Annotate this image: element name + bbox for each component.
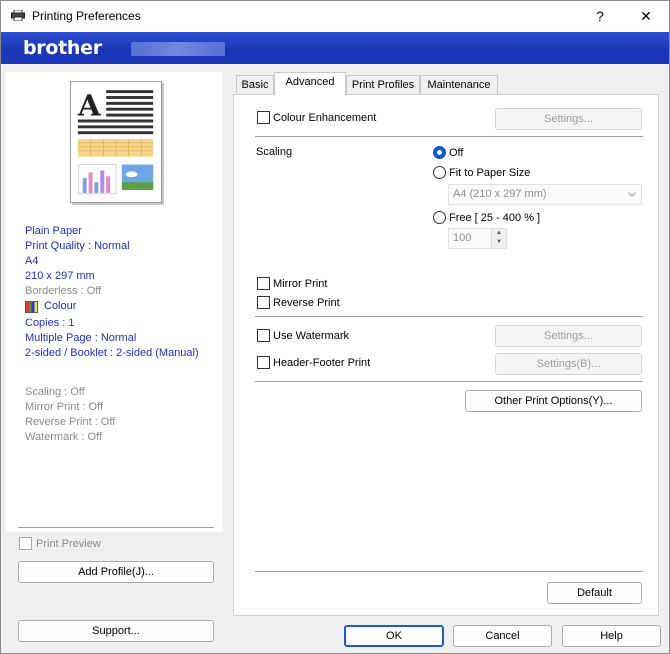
reverse-print-row[interactable]: Reverse Print [257,296,340,309]
print-preview-label: Print Preview [36,537,101,550]
tab-print-profiles[interactable]: Print Profiles [346,75,420,95]
divider [255,571,643,572]
scaling-off-radio[interactable] [433,146,446,159]
mirror-print-row[interactable]: Mirror Print [257,277,327,290]
advanced-tab-panel: Colour Enhancement Settings... Scaling O… [233,94,659,616]
free-scaling-radio[interactable] [433,211,446,224]
close-button[interactable]: ✕ [623,1,669,32]
stepper-down-icon[interactable]: ▼ [492,238,506,247]
summary-paper-type: Plain Paper [25,225,82,237]
page-preview-icon: A [70,81,162,203]
summary-dimensions: 210 x 297 mm [25,270,95,282]
use-watermark-label: Use Watermark [273,329,349,342]
scaling-off-label: Off [449,146,464,159]
summary-colour-label: Colour [44,300,77,312]
print-preview-row[interactable]: Print Preview [19,537,101,550]
reverse-print-label: Reverse Print [273,296,340,309]
summary-copies: Copies : 1 [25,317,75,329]
help-button[interactable]: Help [562,625,661,647]
help-title-button[interactable]: ? [577,1,623,32]
other-print-options-button[interactable]: Other Print Options(Y)... [465,390,642,412]
summary-paper-size: A4 [25,255,39,267]
tab-advanced[interactable]: Advanced [274,72,346,96]
ok-button[interactable]: OK [344,625,444,647]
cancel-button[interactable]: Cancel [453,625,552,647]
summary-two-sided: 2-sided / Booklet : 2-sided (Manual) [25,347,199,359]
tab-basic[interactable]: Basic [236,75,274,95]
print-preview-checkbox[interactable] [19,537,32,550]
summary-multiple-page: Multiple Page : Normal [25,332,137,344]
free-scaling-label: Free [ 25 - 400 % ] [449,211,541,224]
paper-size-value: A4 (210 x 297 mm) [453,188,547,200]
mirror-print-label: Mirror Print [273,277,328,290]
svg-text:A: A [77,88,102,123]
summary-print-quality: Print Quality : Normal [25,240,130,252]
stepper-up-icon[interactable]: ▲ [492,229,506,238]
divider [255,316,643,317]
colour-icon [25,300,38,313]
colour-enhancement-row[interactable]: Colour Enhancement [257,111,376,124]
reverse-print-checkbox[interactable] [257,296,270,309]
colour-enhancement-label: Colour Enhancement [273,111,377,124]
summary-watermark: Watermark : Off [25,431,103,443]
divider [255,381,643,382]
printer-icon [11,10,25,21]
watermark-settings-button[interactable]: Settings... [495,325,642,347]
free-scaling-value: 100 [453,232,472,244]
tab-maintenance[interactable]: Maintenance [420,75,498,95]
fit-to-paper-option[interactable]: Fit to Paper Size [433,166,530,179]
title-bar: Printing Preferences ? ✕ [1,1,669,32]
mirror-print-checkbox[interactable] [257,277,270,290]
header-footer-row[interactable]: Header-Footer Print [257,356,370,369]
paper-size-select[interactable]: A4 (210 x 297 mm) [448,184,642,205]
colour-settings-button[interactable]: Settings... [495,108,642,130]
default-button[interactable]: Default [547,582,642,604]
stepper-buttons[interactable]: ▲ ▼ [491,229,506,248]
summary-reverse: Reverse Print : Off [25,416,116,428]
use-watermark-row[interactable]: Use Watermark [257,329,349,342]
model-name-redacted [131,42,225,56]
brand-banner: brother [1,32,669,64]
colour-enhancement-checkbox[interactable] [257,111,270,124]
window-title: Printing Preferences [32,9,141,23]
header-footer-settings-button[interactable]: Settings(B)... [495,353,642,375]
support-button[interactable]: Support... [18,620,214,642]
header-footer-label: Header-Footer Print [273,356,371,369]
left-divider [18,527,214,528]
free-scaling-option[interactable]: Free [ 25 - 400 % ] [433,211,540,224]
summary-colour: Colour [25,299,199,314]
chevron-down-icon [628,192,636,197]
brand-logo: brother [23,37,102,59]
divider [255,136,643,137]
summary-borderless: Borderless : Off [25,285,102,297]
scaling-label: Scaling [256,146,293,158]
header-footer-checkbox[interactable] [257,356,270,369]
scaling-off-option[interactable]: Off [433,146,463,159]
use-watermark-checkbox[interactable] [257,329,270,342]
fit-to-paper-radio[interactable] [433,166,446,179]
settings-summary-panel: A Plain Paper Print Quality: Normal A4 … [6,72,223,532]
add-profile-button[interactable]: Add Profile(J)... [18,561,214,583]
left-panel: A Plain Paper Print Quality: Normal A4 … [6,72,223,647]
free-scaling-stepper[interactable]: 100 ▲ ▼ [448,228,507,249]
fit-to-paper-label: Fit to Paper Size [449,166,531,179]
summary-mirror: Mirror Print : Off [25,401,104,413]
settings-summary: Plain Paper Print Quality : Normal A4 21… [25,224,199,445]
summary-scaling: Scaling : Off [25,386,85,398]
printing-preferences-window: Printing Preferences ? ✕ brother A Plain… [0,0,670,654]
